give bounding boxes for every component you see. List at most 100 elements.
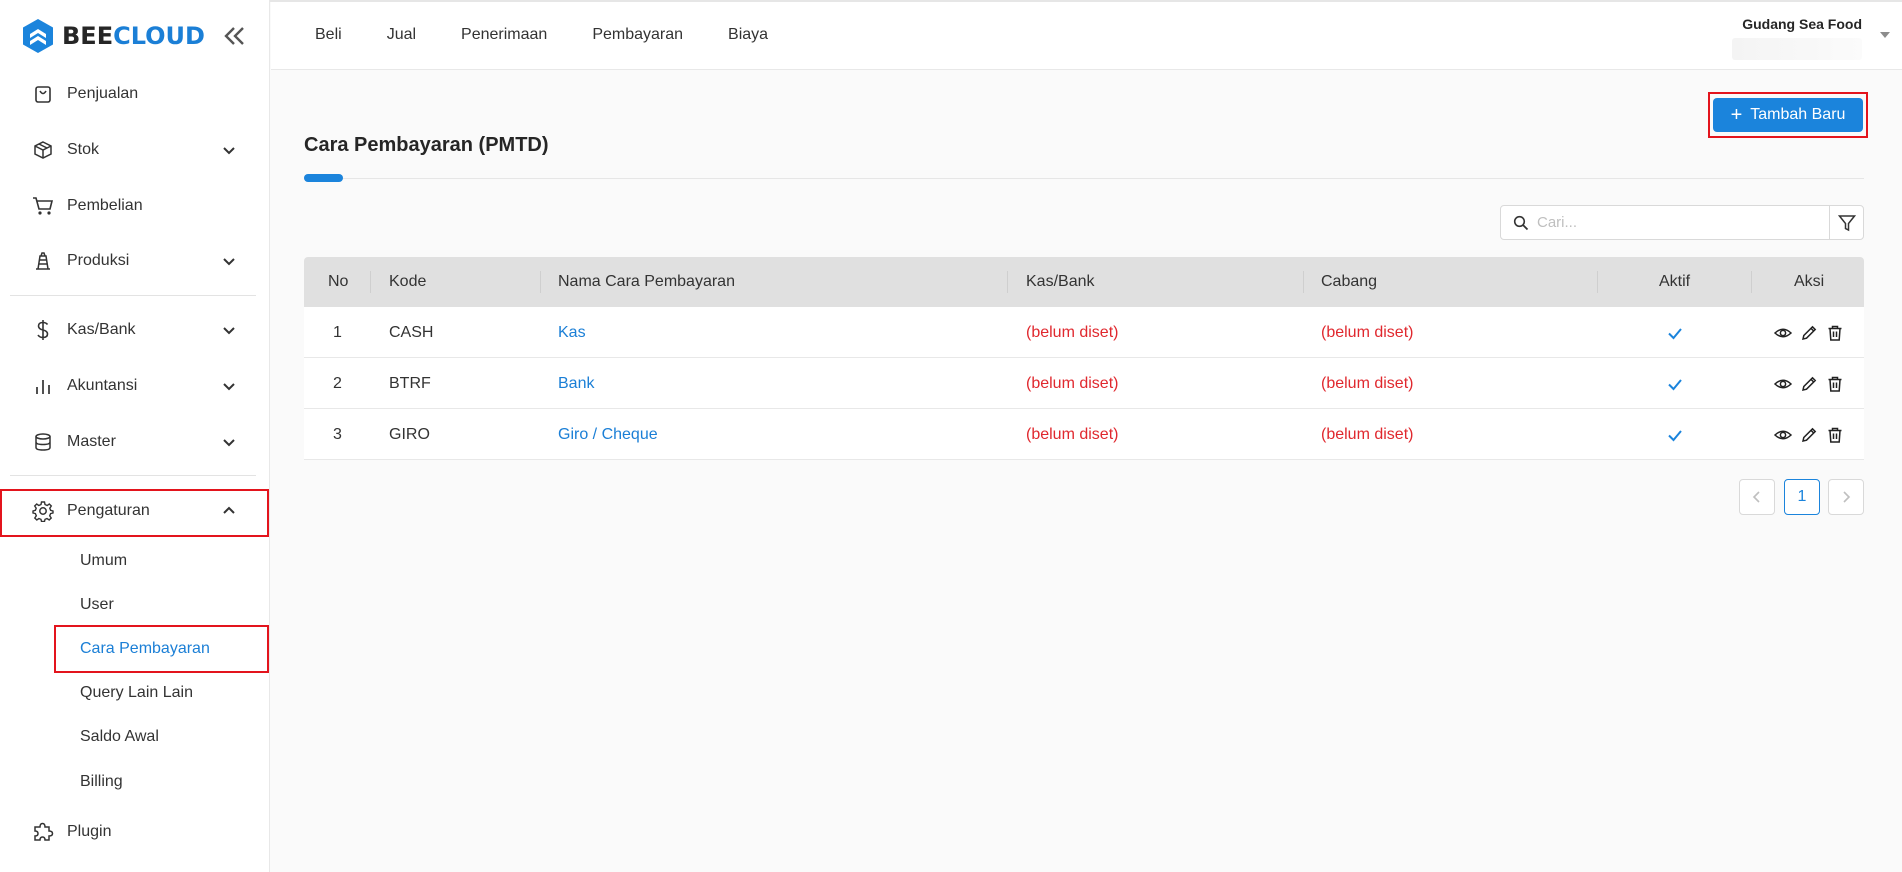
sidebar-item-label: Produksi <box>67 252 130 269</box>
sidebar-item-label: Stok <box>67 141 100 158</box>
page-title: Cara Pembayaran (PMTD) <box>304 134 549 156</box>
add-new-button[interactable]: + Tambah Baru <box>1713 98 1863 132</box>
box-icon <box>32 139 54 161</box>
cell-kode: BTRF <box>389 374 431 392</box>
sidebar-subitem-umum[interactable]: Umum <box>56 541 268 581</box>
sidebar-item-label: Kas/Bank <box>67 321 136 338</box>
sidebar-subitem-user[interactable]: User <box>56 585 268 625</box>
view-button[interactable] <box>1774 375 1792 393</box>
beecloud-logo-icon <box>23 19 53 53</box>
cell-kas-bank: (belum diset) <box>1026 374 1119 392</box>
trash-icon <box>1828 427 1842 443</box>
eye-icon <box>1774 379 1792 388</box>
puzzle-icon <box>32 821 54 843</box>
sidebar-subitem-query-lain-lain[interactable]: Query Lain Lain <box>56 673 268 713</box>
row-actions <box>1774 409 1844 460</box>
pagination-page-button[interactable]: 1 <box>1784 479 1820 515</box>
chevron-up-icon <box>223 506 235 514</box>
edit-button[interactable] <box>1800 375 1818 393</box>
sidebar-item-master[interactable]: Master <box>0 419 270 465</box>
cell-nama-link[interactable]: Kas <box>558 307 586 358</box>
view-button[interactable] <box>1774 426 1792 444</box>
table-row: 2 BTRF Bank (belum diset) (belum diset) <box>304 358 1864 409</box>
sidebar-item-pembelian[interactable]: Pembelian <box>0 183 270 229</box>
chevron-right-icon <box>1843 491 1851 503</box>
sidebar-subitem-billing[interactable]: Billing <box>56 762 268 802</box>
sidebar-item-label: Plugin <box>67 823 112 840</box>
sidebar-subitem-cara-pembayaran[interactable]: Cara Pembayaran <box>56 629 268 669</box>
trash-icon <box>1828 376 1842 392</box>
view-button[interactable] <box>1774 324 1792 342</box>
cart-icon <box>32 195 54 217</box>
cell-kode: GIRO <box>389 425 430 443</box>
check-icon <box>1668 378 1682 390</box>
dollar-icon <box>32 319 54 341</box>
topnav-pembayaran[interactable]: Pembayaran <box>592 26 683 44</box>
factory-icon <box>32 250 54 272</box>
column-header-cabang: Cabang <box>1321 273 1378 290</box>
sidebar-item-pengaturan[interactable]: Pengaturan <box>0 488 270 534</box>
pagination-next-button[interactable] <box>1828 479 1864 515</box>
pencil-icon <box>1802 325 1817 340</box>
topnav-beli[interactable]: Beli <box>315 26 342 44</box>
column-header-aksi: Aksi <box>1794 273 1825 290</box>
topnav-jual[interactable]: Jual <box>387 26 416 44</box>
filter-button[interactable] <box>1829 205 1864 240</box>
search-input[interactable] <box>1537 214 1817 231</box>
pencil-icon <box>1802 376 1817 391</box>
brand-name-part2: CLOUD <box>113 22 205 50</box>
edit-button[interactable] <box>1800 426 1818 444</box>
edit-button[interactable] <box>1800 324 1818 342</box>
sidebar-subitem-label: Saldo Awal <box>80 728 159 745</box>
filter-icon <box>1837 214 1856 231</box>
add-new-label: Tambah Baru <box>1750 106 1846 123</box>
column-separator <box>1597 271 1598 293</box>
sidebar: BEECLOUD Penjualan Stok Pembelian Produk… <box>0 0 270 872</box>
cell-no: 1 <box>333 323 342 341</box>
collapse-sidebar-button[interactable] <box>220 22 248 50</box>
column-separator <box>1303 271 1304 293</box>
column-separator <box>370 271 371 293</box>
sidebar-subitem-label: Query Lain Lain <box>80 684 193 701</box>
database-icon <box>32 431 54 453</box>
payment-methods-table: No Kode Nama Cara Pembayaran Kas/Bank Ca… <box>304 257 1864 460</box>
check-icon <box>1668 327 1682 339</box>
topnav-biaya[interactable]: Biaya <box>728 26 768 44</box>
chevron-down-icon <box>223 147 235 155</box>
chevron-left-icon <box>1752 491 1760 503</box>
delete-button[interactable] <box>1826 426 1844 444</box>
sidebar-item-plugin[interactable]: Plugin <box>0 809 270 855</box>
cell-aktif <box>1666 409 1684 460</box>
top-bar: Beli Jual Penerimaan Pembayaran Biaya Gu… <box>271 2 1902 70</box>
delete-button[interactable] <box>1826 324 1844 342</box>
sidebar-item-label: Master <box>67 433 116 450</box>
cell-nama-link[interactable]: Bank <box>558 358 594 409</box>
sidebar-item-penjualan[interactable]: Penjualan <box>0 71 270 117</box>
cell-nama-link[interactable]: Giro / Cheque <box>558 409 658 460</box>
company-name: Gudang Sea Food <box>1742 16 1862 32</box>
topnav-penerimaan[interactable]: Penerimaan <box>461 26 547 44</box>
check-icon <box>1668 429 1682 441</box>
sidebar-item-akuntansi[interactable]: Akuntansi <box>0 363 270 409</box>
plus-icon: + <box>1730 104 1743 126</box>
sidebar-item-produksi[interactable]: Produksi <box>0 238 270 284</box>
sidebar-item-stok[interactable]: Stok <box>0 127 270 173</box>
company-selector[interactable]: Gudang Sea Food <box>1722 16 1862 60</box>
pagination-prev-button[interactable] <box>1739 479 1775 515</box>
logo[interactable]: BEECLOUD <box>22 18 205 54</box>
sidebar-subitem-saldo-awal[interactable]: Saldo Awal <box>56 717 268 757</box>
top-nav: Beli Jual Penerimaan Pembayaran Biaya <box>315 26 813 44</box>
row-actions <box>1774 358 1844 409</box>
delete-button[interactable] <box>1826 375 1844 393</box>
caret-down-icon[interactable] <box>1880 32 1890 38</box>
sidebar-subitem-label: Umum <box>80 552 128 569</box>
shopping-bag-icon <box>32 83 54 105</box>
gear-icon <box>32 500 54 522</box>
sidebar-item-label: Pembelian <box>67 197 143 214</box>
trash-icon <box>1828 325 1842 341</box>
sidebar-item-kas-bank[interactable]: Kas/Bank <box>0 307 270 353</box>
column-separator <box>540 271 541 293</box>
sidebar-divider <box>10 475 256 476</box>
cell-cabang: (belum diset) <box>1321 425 1414 443</box>
sidebar-item-label: Penjualan <box>67 85 139 102</box>
